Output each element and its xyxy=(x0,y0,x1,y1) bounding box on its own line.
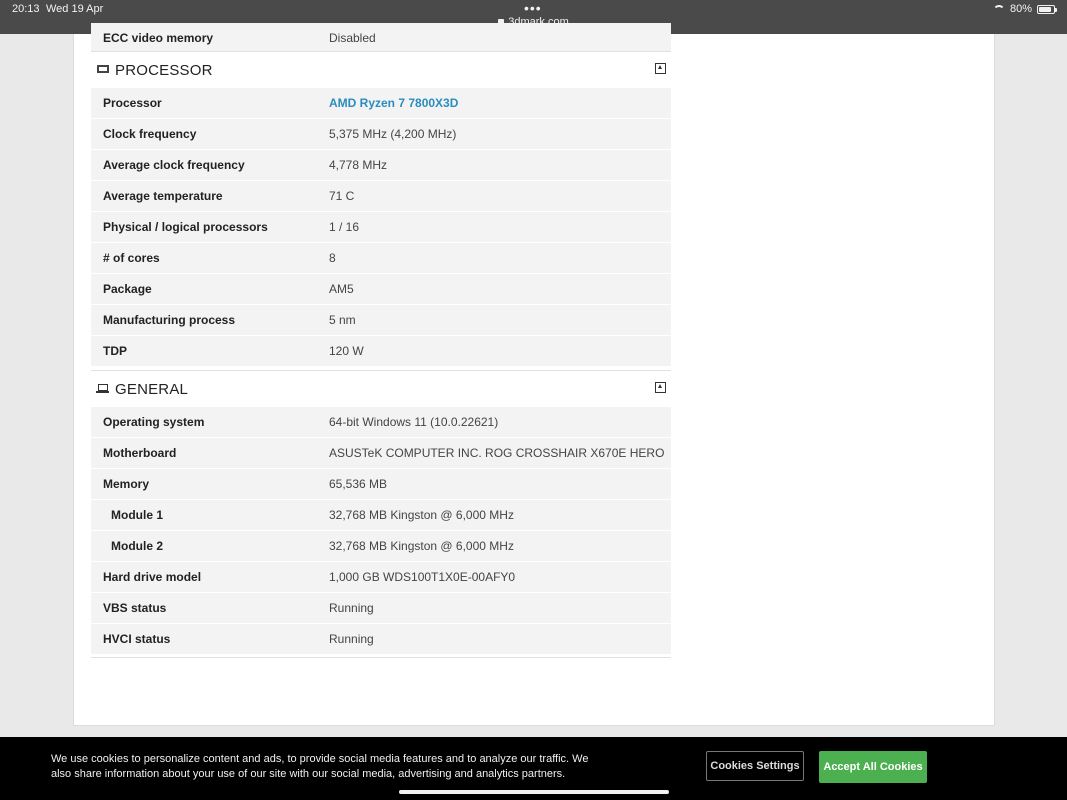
info-row: HVCI status Running xyxy=(91,624,671,655)
cookies-settings-button[interactable]: Cookies Settings xyxy=(706,751,804,781)
info-row: Motherboard ASUSTeK COMPUTER INC. ROG CR… xyxy=(91,438,671,469)
status-time: 20:13 xyxy=(12,3,40,15)
row-value: 4,778 MHz xyxy=(329,158,388,172)
processor-section-header[interactable]: PROCESSOR xyxy=(91,51,671,89)
status-date: Wed 19 Apr xyxy=(46,3,104,15)
divider xyxy=(91,657,671,658)
section-title: PROCESSOR xyxy=(115,61,213,79)
row-value: 71 C xyxy=(329,189,355,203)
info-row: Manufacturing process 5 nm xyxy=(91,305,671,336)
processor-link[interactable]: AMD Ryzen 7 7800X3D xyxy=(329,96,458,110)
home-indicator[interactable] xyxy=(399,790,669,794)
row-value: Disabled xyxy=(329,31,376,45)
collapse-icon[interactable] xyxy=(655,382,666,393)
info-row-ecc-video-memory: ECC video memory Disabled xyxy=(91,23,671,54)
info-row: VBS status Running xyxy=(91,593,671,624)
info-row: Memory 65,536 MB xyxy=(91,469,671,500)
cookie-text: We use cookies to personalize content an… xyxy=(51,753,589,780)
info-row: TDP 120 W xyxy=(91,336,671,367)
row-label: Memory xyxy=(103,477,150,491)
row-value: 5 nm xyxy=(329,313,356,327)
general-section-header[interactable]: GENERAL xyxy=(91,370,671,408)
processor-icon xyxy=(97,65,109,73)
cookie-banner: We use cookies to personalize content an… xyxy=(0,737,1067,800)
tab-menu-icon[interactable]: ••• xyxy=(524,0,542,16)
laptop-icon xyxy=(96,384,109,393)
row-label: # of cores xyxy=(103,251,160,265)
row-label: Processor xyxy=(103,96,162,110)
row-value: 120 W xyxy=(329,344,364,358)
section-title: GENERAL xyxy=(115,380,189,398)
info-row: Average clock frequency 4,778 MHz xyxy=(91,150,671,181)
row-value: 32,768 MB Kingston @ 6,000 MHz xyxy=(329,539,514,553)
row-label: Physical / logical processors xyxy=(103,220,268,234)
row-value: 64-bit Windows 11 (10.0.22621) xyxy=(329,415,499,429)
row-value: Running xyxy=(329,632,374,646)
row-label: Clock frequency xyxy=(103,127,197,141)
row-label: Operating system xyxy=(103,415,205,429)
row-value: ASUSTeK COMPUTER INC. ROG CROSSHAIR X670… xyxy=(329,446,665,460)
row-label: VBS status xyxy=(103,601,167,615)
row-label: Hard drive model xyxy=(103,570,202,584)
info-row-sub: Module 1 32,768 MB Kingston @ 6,000 MHz xyxy=(91,500,671,531)
info-row: # of cores 8 xyxy=(91,243,671,274)
info-row: Clock frequency 5,375 MHz (4,200 MHz) xyxy=(91,119,671,150)
collapse-icon[interactable] xyxy=(655,63,666,74)
row-label: TDP xyxy=(103,344,127,358)
row-label: Motherboard xyxy=(103,446,177,460)
battery-percent: 80% xyxy=(1009,3,1032,15)
info-row: Processor AMD Ryzen 7 7800X3D xyxy=(91,88,671,119)
system-info-card: ECC video memory Disabled PROCESSOR Proc… xyxy=(73,23,995,726)
wifi-icon xyxy=(992,5,1005,13)
row-label: Package xyxy=(103,282,152,296)
info-row-sub: Module 2 32,768 MB Kingston @ 6,000 MHz xyxy=(91,531,671,562)
row-value: 1 / 16 xyxy=(329,220,360,234)
row-value: 1,000 GB WDS100T1X0E-00AFY0 xyxy=(329,570,516,584)
accept-cookies-button[interactable]: Accept All Cookies xyxy=(819,751,927,783)
info-row: Physical / logical processors 1 / 16 xyxy=(91,212,671,243)
row-label: Module 2 xyxy=(111,539,164,553)
row-value: 8 xyxy=(329,251,336,265)
status-indicators: 80% xyxy=(992,3,1057,15)
info-row: Operating system 64-bit Windows 11 (10.0… xyxy=(91,407,671,438)
info-row: Average temperature 71 C xyxy=(91,181,671,212)
row-label: ECC video memory xyxy=(103,31,214,45)
row-label: HVCI status xyxy=(103,632,171,646)
battery-icon xyxy=(1037,4,1057,14)
row-value: AM5 xyxy=(329,282,354,296)
row-value: 32,768 MB Kingston @ 6,000 MHz xyxy=(329,508,514,522)
row-value: 65,536 MB xyxy=(329,477,388,491)
info-row: Hard drive model 1,000 GB WDS100T1X0E-00… xyxy=(91,562,671,593)
row-value: Running xyxy=(329,601,374,615)
row-label: Manufacturing process xyxy=(103,313,236,327)
row-label: Average temperature xyxy=(103,189,223,203)
info-row: Package AM5 xyxy=(91,274,671,305)
row-value: 5,375 MHz (4,200 MHz) xyxy=(329,127,457,141)
row-label: Average clock frequency xyxy=(103,158,245,172)
row-label: Module 1 xyxy=(111,508,164,522)
